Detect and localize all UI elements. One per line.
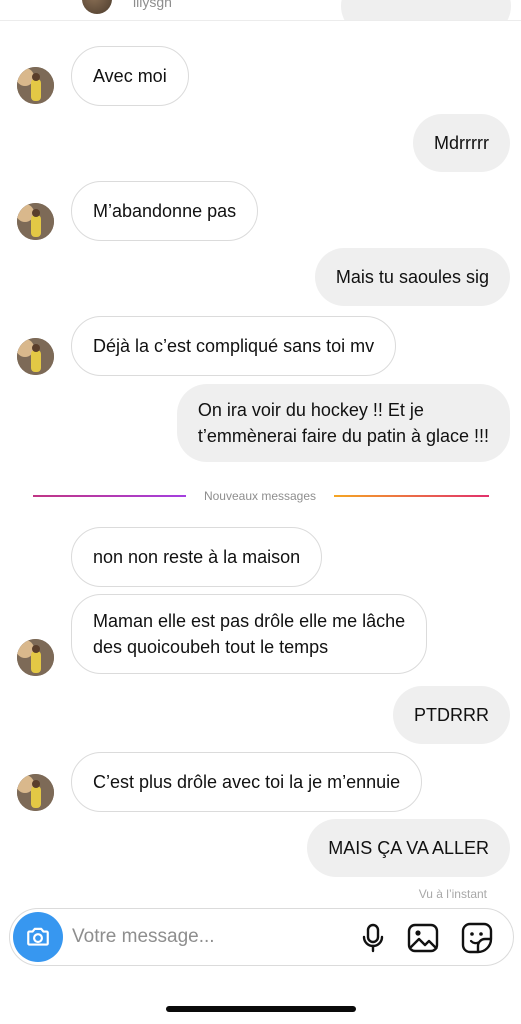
message-bubble-outgoing[interactable]: Mdrrrrr (413, 114, 510, 172)
message-text-line: t’emmènerai faire du patin à glace !!! (197, 426, 489, 446)
message-bubble-outgoing[interactable]: PTDRRR (393, 686, 510, 744)
sender-avatar[interactable] (17, 774, 54, 811)
message-text: MAIS ÇA VA ALLER (328, 838, 489, 858)
message-bubble-incoming[interactable]: Avec moi (71, 46, 189, 106)
message-bubble-incoming[interactable]: Déjà la c’est compliqué sans toi mv (71, 316, 397, 376)
sender-avatar[interactable] (17, 639, 54, 676)
camera-button[interactable] (13, 912, 63, 962)
seen-status: Vu à l’instant (418, 887, 487, 901)
sender-avatar[interactable] (17, 338, 54, 375)
message-bubble-incoming[interactable]: C’est plus drôle avec toi la je m’ennuie (71, 752, 423, 812)
home-indicator (166, 1006, 356, 1012)
message-text: Mais tu saoules sig (335, 267, 489, 287)
divider-line (33, 495, 186, 497)
header-username[interactable]: lilysgh (133, 0, 172, 10)
camera-icon (27, 927, 49, 946)
message-text-line: des quoicoubeh tout le temps (93, 637, 329, 657)
message-composer: Votre message... (9, 908, 514, 966)
message-text: C’est plus drôle avec toi la je m’ennuie (93, 772, 401, 792)
message-bubble-outgoing[interactable]: MAIS ÇA VA ALLER (307, 819, 510, 877)
gallery-icon[interactable] (406, 921, 440, 955)
message-bubble-outgoing[interactable]: Mais tu saoules sig (314, 248, 510, 306)
message-text: Mdrrrrr (434, 133, 489, 153)
divider-line (334, 495, 489, 497)
message-bubble-incoming[interactable]: non non reste à la maison (71, 527, 323, 587)
message-input[interactable]: Votre message... (72, 925, 215, 949)
message-text: non non reste à la maison (93, 547, 301, 567)
message-text: PTDRRR (414, 705, 489, 725)
chat-header: lilysgh (0, 0, 521, 21)
sender-avatar[interactable] (17, 203, 54, 240)
header-avatar[interactable] (82, 0, 112, 14)
sender-avatar[interactable] (17, 67, 54, 104)
microphone-icon[interactable] (356, 921, 390, 955)
message-text: M’abandonne pas (93, 201, 237, 221)
message-text: Avec moi (93, 66, 167, 86)
divider-label: Nouveaux messages (203, 489, 317, 503)
sticker-icon[interactable] (460, 921, 494, 955)
message-bubble-outgoing[interactable]: On ira voir du hockey !! Et je t’emmèner… (176, 384, 510, 462)
message-bubble-incoming[interactable]: Maman elle est pas drôle elle me lâche d… (71, 594, 428, 674)
message-text-line: Maman elle est pas drôle elle me lâche (93, 611, 406, 631)
message-text: Déjà la c’est compliqué sans toi mv (93, 336, 375, 356)
new-messages-divider: Nouveaux messages (0, 487, 521, 505)
message-bubble-incoming[interactable]: M’abandonne pas (71, 181, 259, 241)
message-text-line: On ira voir du hockey !! Et je (197, 400, 424, 420)
previous-message-bubble (341, 0, 511, 20)
